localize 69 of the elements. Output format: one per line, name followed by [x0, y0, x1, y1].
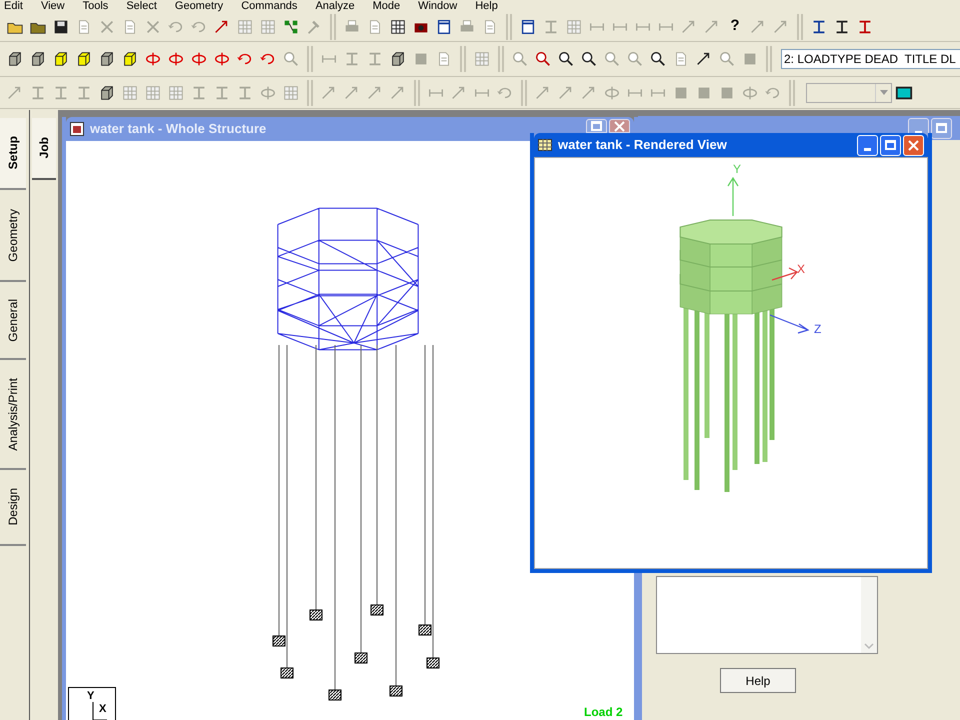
toolbar-grip[interactable] [521, 80, 527, 106]
menu-item[interactable]: Select [126, 0, 157, 12]
axis-label: X [797, 261, 806, 278]
save-icon[interactable] [52, 18, 70, 36]
zoom-icon[interactable] [534, 50, 552, 68]
table-icon [538, 139, 552, 151]
table-icon[interactable] [121, 84, 139, 102]
maximize-button[interactable] [931, 118, 952, 138]
rotate-icon[interactable] [213, 50, 231, 68]
toolbar-grip[interactable] [766, 46, 772, 72]
axis-label: Y [87, 689, 94, 704]
toolbar-grip[interactable] [498, 46, 504, 72]
toolbar-grip[interactable] [414, 80, 420, 106]
window-title: water tank - Rendered View [558, 136, 728, 154]
rotate-icon[interactable] [144, 50, 162, 68]
table-icon[interactable] [144, 84, 162, 102]
close-button[interactable] [609, 119, 630, 133]
rotate-icon[interactable] [190, 50, 208, 68]
menu-item[interactable]: Tools [82, 0, 108, 12]
search-icon[interactable] [718, 50, 736, 68]
window-icon[interactable] [435, 18, 453, 36]
x-axis-arrow [771, 267, 798, 281]
menu-item[interactable]: Edit [4, 0, 23, 12]
table-icon[interactable] [167, 84, 185, 102]
toolbar-grip[interactable] [330, 14, 336, 40]
toolbar-grip[interactable] [789, 80, 795, 106]
network-icon[interactable] [282, 18, 300, 36]
menu-item[interactable]: Mode [372, 0, 400, 12]
help-button[interactable]: Help [720, 668, 796, 693]
side-tab[interactable]: Setup [0, 118, 26, 190]
cube-icon[interactable] [98, 50, 116, 68]
close-icon [614, 120, 625, 132]
axis-label: X [99, 702, 106, 717]
cube-icon[interactable] [6, 50, 24, 68]
zoom-icon[interactable] [649, 50, 667, 68]
axis-label: Z [814, 321, 822, 338]
zoom-in-icon[interactable] [557, 50, 575, 68]
cube-icon[interactable] [121, 50, 139, 68]
menu-item[interactable]: Commands [241, 0, 298, 12]
window-icon[interactable] [519, 18, 537, 36]
cube-icon[interactable] [29, 50, 47, 68]
load-label: Load 2 [584, 704, 623, 720]
cube-icon[interactable] [52, 50, 70, 68]
window-title: water tank - Whole Structure [90, 120, 268, 138]
toolbar-grip[interactable] [307, 46, 313, 72]
toolbar-grip[interactable] [797, 14, 803, 40]
close-icon [908, 140, 919, 150]
axis-label: Y [733, 161, 742, 178]
load-case-dropdown[interactable]: 2: LOADTYPE DEAD TITLE DL [781, 49, 960, 69]
toolbar-grip[interactable] [506, 14, 512, 40]
rotate-icon[interactable] [167, 50, 185, 68]
menu-item[interactable]: Geometry [174, 0, 224, 12]
menu-item[interactable]: View [40, 0, 65, 12]
table-icon[interactable] [282, 84, 300, 102]
toolbar-grip[interactable] [460, 46, 466, 72]
cube-icon[interactable] [75, 50, 93, 68]
app-icon [70, 122, 84, 136]
z-axis-arrow [769, 314, 810, 334]
zoom-out-icon[interactable] [580, 50, 598, 68]
help-button[interactable]: ? [724, 15, 746, 38]
toolbar-grip[interactable] [307, 80, 313, 106]
menu-item[interactable]: Analyze [315, 0, 355, 12]
list-box[interactable] [656, 576, 878, 654]
menu-item[interactable]: Window [418, 0, 458, 12]
sub-tab[interactable]: Job [32, 118, 56, 180]
y-axis-arrow [727, 176, 739, 217]
screen-icon[interactable] [895, 84, 913, 102]
caret-icon [880, 90, 888, 95]
menu-item[interactable]: Help [475, 0, 498, 12]
